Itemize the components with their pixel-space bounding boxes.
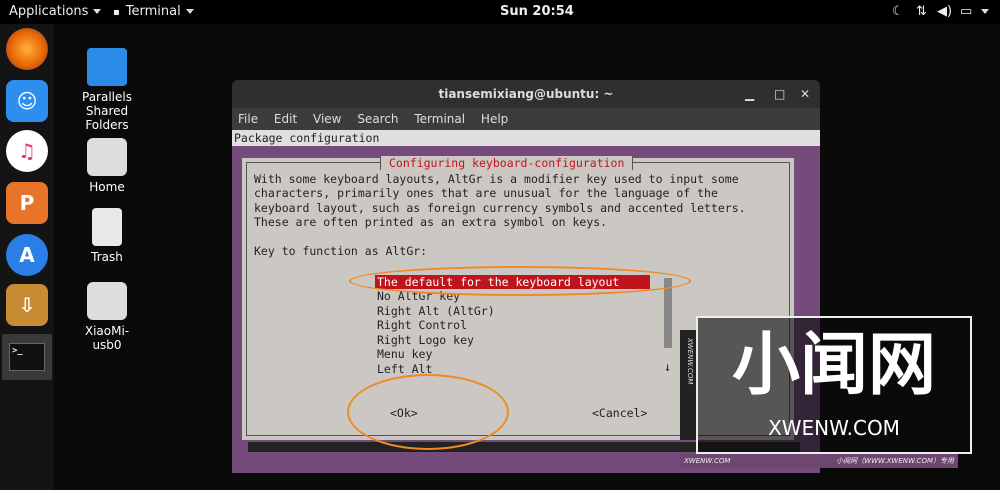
desktop-icon-label: Parallels Shared Folders bbox=[82, 90, 132, 132]
cancel-button[interactable]: <Cancel> bbox=[592, 406, 647, 420]
dialog-title: Configuring keyboard-configuration bbox=[380, 156, 634, 170]
dock: ☺ ♫ P A ⇩ >_ bbox=[0, 24, 54, 490]
menu-help[interactable]: Help bbox=[481, 112, 508, 126]
presentation-app-icon[interactable]: P bbox=[6, 182, 48, 224]
package-configuration-bar: Package configuration bbox=[232, 130, 820, 146]
desktop-icon-trash[interactable]: Trash bbox=[72, 208, 142, 264]
clock[interactable]: Sun 20:54 bbox=[500, 4, 574, 19]
menu-search[interactable]: Search bbox=[357, 112, 398, 126]
desktop-icon-parallels-shared-folders[interactable]: Parallels Shared Folders bbox=[72, 48, 142, 132]
menu-file[interactable]: File bbox=[238, 112, 258, 126]
option-right-alt[interactable]: Right Alt (AltGr) bbox=[375, 304, 650, 318]
option-right-control[interactable]: Right Control bbox=[375, 318, 650, 332]
volume-icon[interactable]: ◀) bbox=[937, 4, 952, 19]
option-menu-key[interactable]: Menu key bbox=[375, 347, 650, 361]
shared-folder-icon bbox=[87, 48, 127, 86]
scroll-down-icon[interactable]: ↓ bbox=[664, 360, 671, 374]
watermark-side-strip: XWENW.COM bbox=[680, 330, 696, 440]
menu-bar: File Edit View Search Terminal Help bbox=[232, 108, 820, 130]
finder-icon[interactable]: ☺ bbox=[6, 80, 48, 122]
applications-menu[interactable]: Applications bbox=[9, 4, 102, 19]
menu-terminal[interactable]: Terminal bbox=[414, 112, 465, 126]
watermark-logo-text: 小闻网 bbox=[731, 326, 936, 405]
applications-label: Applications bbox=[9, 4, 89, 19]
watermark-footer-left: XWENW.COM bbox=[684, 457, 731, 465]
archive-manager-icon[interactable]: ⇩ bbox=[6, 284, 48, 326]
watermark: 小闻网 XWENW.COM bbox=[696, 316, 972, 454]
terminal-dock-item[interactable]: >_ bbox=[2, 334, 52, 380]
watermark-url: XWENW.COM bbox=[768, 416, 900, 440]
top-bar: Applications ▪ Terminal Sun 20:54 ☾ ⇅ ◀) … bbox=[0, 0, 1000, 24]
annotation-circle-default-option bbox=[349, 266, 691, 296]
terminal-icon: >_ bbox=[9, 343, 45, 371]
menu-edit[interactable]: Edit bbox=[274, 112, 297, 126]
watermark-footer-right: 小闻网（WWW.XWENW.COM）专用 bbox=[836, 457, 954, 465]
terminal-app-label: Terminal bbox=[125, 4, 181, 19]
annotation-circle-ok bbox=[347, 374, 509, 450]
terminal-small-icon: ▪ bbox=[113, 7, 120, 18]
battery-icon[interactable]: ▭ bbox=[960, 4, 972, 19]
terminal-app-menu[interactable]: ▪ Terminal bbox=[113, 4, 194, 19]
night-mode-icon[interactable]: ☾ bbox=[892, 4, 904, 19]
itunes-icon[interactable]: ♫ bbox=[6, 130, 48, 172]
desktop-icon-label: Trash bbox=[91, 250, 123, 264]
minimize-icon[interactable]: ▁ bbox=[745, 80, 754, 108]
desktop-icon-label: XiaoMi- usb0 bbox=[84, 324, 130, 352]
watermark-footer: XWENW.COM 小闻网（WWW.XWENW.COM）专用 bbox=[680, 454, 958, 468]
menu-view[interactable]: View bbox=[313, 112, 341, 126]
watermark-side-text: XWENW.COM bbox=[686, 338, 694, 385]
altgr-prompt: Key to function as AltGr: bbox=[254, 244, 428, 258]
close-icon[interactable]: ✕ bbox=[800, 80, 810, 108]
desktop-icon-label: Home bbox=[89, 180, 125, 194]
home-drive-icon bbox=[87, 138, 127, 176]
network-icon[interactable]: ⇅ bbox=[916, 4, 927, 19]
window-titlebar[interactable]: tiansemixiang@ubuntu: ~ ▁ □ ✕ bbox=[232, 80, 820, 108]
app-store-icon[interactable]: A bbox=[6, 234, 48, 276]
dialog-description: With some keyboard layouts, AltGr is a m… bbox=[254, 172, 746, 230]
desktop-icon-home[interactable]: Home bbox=[72, 138, 142, 194]
chevron-down-icon bbox=[93, 9, 102, 14]
desktop-icon-xiaomi-usb0[interactable]: XiaoMi- usb0 bbox=[72, 282, 142, 352]
firefox-icon[interactable] bbox=[6, 28, 48, 70]
window-title: tiansemixiang@ubuntu: ~ bbox=[438, 87, 614, 101]
maximize-icon[interactable]: □ bbox=[774, 80, 785, 108]
option-right-logo[interactable]: Right Logo key bbox=[375, 333, 650, 347]
chevron-down-icon bbox=[185, 9, 194, 14]
system-menu-chevron-icon[interactable] bbox=[981, 4, 989, 19]
usb-drive-icon bbox=[87, 282, 127, 320]
trash-icon bbox=[92, 208, 122, 246]
